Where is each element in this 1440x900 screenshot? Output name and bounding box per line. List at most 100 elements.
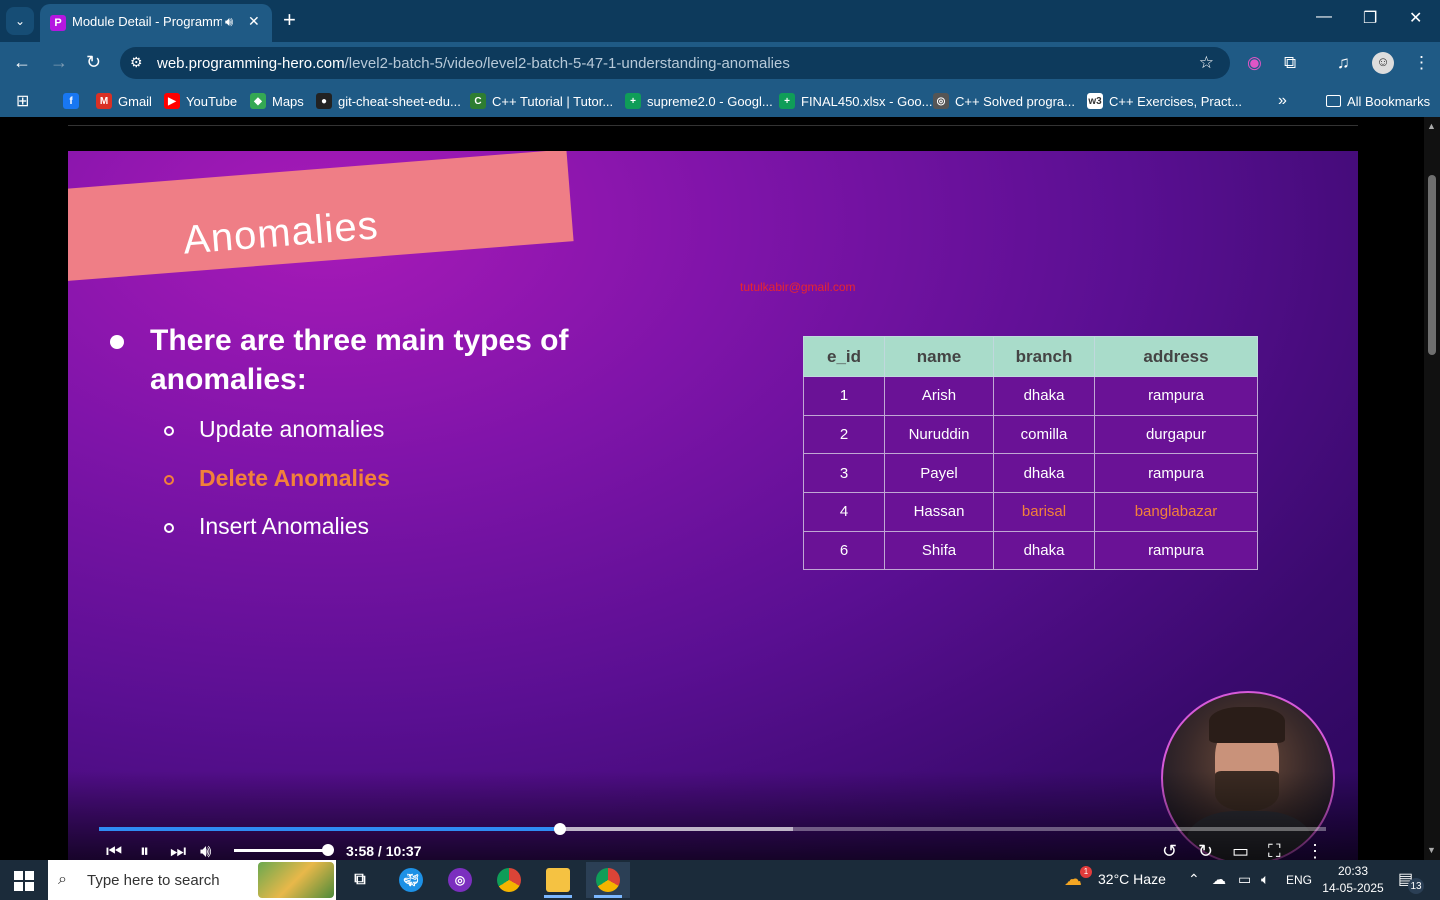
theater-mode-icon[interactable]: ▭ xyxy=(1232,841,1249,860)
site-info-icon[interactable]: ⚙ xyxy=(130,54,143,71)
table-header-row: e_id name branch address xyxy=(803,336,1258,377)
url-text[interactable]: web.programming-hero.com/level2-batch-5/… xyxy=(157,55,790,72)
bookmark-item[interactable]: + FINAL450.xlsx - Goo... xyxy=(779,91,933,111)
browser-menu-icon[interactable]: ⋮ xyxy=(1413,53,1430,73)
scroll-down-icon[interactable]: ▼ xyxy=(1427,845,1436,855)
bookmark-item[interactable]: ◎ C++ Solved progra... xyxy=(933,91,1075,111)
video-player[interactable]: Anomalies tutulkabir@gmail.com There are… xyxy=(68,151,1358,860)
active-tab[interactable]: P Module Detail - Programmi 🔊︎ ✕ xyxy=(40,4,272,42)
bookmark-label: C++ Tutorial | Tutor... xyxy=(492,93,614,109)
next-icon[interactable]: ⏭ xyxy=(170,841,186,860)
system-clock[interactable]: 20:33 14-05-2025 xyxy=(1318,863,1388,897)
anomaly-item: Update anomalies xyxy=(199,416,385,442)
instructor-hair xyxy=(1209,707,1285,743)
bookmark-item[interactable]: ◆ Maps xyxy=(250,91,304,111)
seek-bar[interactable] xyxy=(99,823,1326,835)
volume-slider[interactable] xyxy=(234,849,328,852)
table-cell: 3 xyxy=(803,453,885,494)
tab-title: Module Detail - Programmi xyxy=(72,14,222,29)
apps-grid-icon[interactable]: ⊞ xyxy=(16,91,29,111)
bookmark-item[interactable]: M Gmail xyxy=(96,91,152,111)
more-options-icon[interactable]: ⋮ xyxy=(1306,841,1324,860)
table-cell: dhaka xyxy=(993,453,1095,494)
tray-chevron-icon[interactable]: ⌃ xyxy=(1188,871,1200,888)
scroll-up-icon[interactable]: ▲ xyxy=(1427,121,1436,131)
fullscreen-icon[interactable]: ⛶ xyxy=(1268,841,1281,860)
chrome-app-icon[interactable] xyxy=(487,862,531,898)
bookmark-favicon-icon: C xyxy=(470,93,486,109)
clock-date: 14-05-2025 xyxy=(1322,881,1384,895)
sub-bullet-icon xyxy=(164,475,174,485)
back-arrow-icon[interactable]: ← xyxy=(13,52,31,72)
restore-button[interactable]: ❐ xyxy=(1363,8,1377,28)
reload-icon[interactable]: ↻ xyxy=(86,52,101,72)
bookmark-item[interactable]: f xyxy=(63,91,79,111)
table-cell: 1 xyxy=(803,376,885,416)
table-cell: Shifa xyxy=(884,530,994,571)
scroll-thumb[interactable] xyxy=(1428,175,1436,355)
network-icon[interactable]: ▭ xyxy=(1238,871,1251,888)
bookmark-label: C++ Solved progra... xyxy=(955,93,1075,109)
table-cell: rampura xyxy=(1094,376,1258,416)
app-icon[interactable]: ◎ xyxy=(438,862,482,898)
bookmark-label: Gmail xyxy=(118,93,152,109)
bookmark-favicon-icon: ▶ xyxy=(164,93,180,109)
bookmark-item[interactable]: C C++ Tutorial | Tutor... xyxy=(470,91,613,111)
bookmark-item[interactable]: w3 C++ Exercises, Pract... xyxy=(1087,91,1242,111)
table-cell: durgapur xyxy=(1094,414,1258,455)
rewind-icon[interactable]: ↺ xyxy=(1162,841,1177,860)
extension-icon[interactable]: ◉ xyxy=(1247,53,1262,73)
bookmark-item[interactable]: + supreme2.0 - Googl... xyxy=(625,91,773,111)
forward-arrow-icon[interactable]: → xyxy=(50,52,68,72)
all-bookmarks-button[interactable]: All Bookmarks xyxy=(1326,91,1430,111)
volume-icon[interactable]: 🔊︎ xyxy=(200,841,211,860)
pause-icon[interactable]: ⏸ xyxy=(140,841,149,860)
windows-start-icon[interactable] xyxy=(14,871,34,891)
weather-text[interactable]: 32°C Haze xyxy=(1098,871,1166,887)
column-header: branch xyxy=(993,336,1095,377)
minimize-button[interactable]: — xyxy=(1316,8,1332,26)
forward-icon[interactable]: ↻ xyxy=(1198,841,1213,860)
tab-search-button[interactable]: ⌄ xyxy=(6,7,34,35)
slide-heading: There are three main types of anomalies: xyxy=(150,324,569,396)
bookmark-item[interactable]: ● git-cheat-sheet-edu... xyxy=(316,91,461,111)
table-row: 2 Nuruddin comilla durgapur xyxy=(803,414,1258,455)
bookmark-favicon-icon: ● xyxy=(316,93,332,109)
chrome-profile-app-icon[interactable] xyxy=(586,862,630,898)
tab-favicon-icon: P xyxy=(50,15,66,31)
taskbar-search[interactable]: ⌕ Type here to search xyxy=(48,860,336,900)
table-row: 3 Payel dhaka rampura xyxy=(803,453,1258,494)
file-explorer-icon[interactable] xyxy=(536,862,580,898)
bookmark-label: FINAL450.xlsx - Goo... xyxy=(801,93,933,109)
new-tab-button[interactable]: + xyxy=(283,8,296,32)
table-cell: dhaka xyxy=(993,376,1095,416)
task-view-icon[interactable]: ⧉ xyxy=(338,862,382,898)
previous-icon[interactable]: ⏮ xyxy=(106,841,122,860)
tab-audio-icon[interactable]: 🔊︎ xyxy=(225,14,233,30)
bookmark-star-icon[interactable]: ☆ xyxy=(1199,53,1214,73)
table-cell: Payel xyxy=(884,453,994,494)
table-cell: 6 xyxy=(803,530,885,571)
bookmark-item[interactable]: ▶ YouTube xyxy=(164,91,237,111)
address-bar[interactable]: ⚙ web.programming-hero.com/level2-batch-… xyxy=(120,47,1230,79)
bullet-icon xyxy=(110,335,124,349)
extensions-puzzle-icon[interactable]: ⧉ xyxy=(1284,53,1296,73)
profile-avatar[interactable]: ☺ xyxy=(1372,52,1394,74)
more-bookmarks-icon[interactable]: » xyxy=(1278,91,1287,111)
docker-app-icon[interactable]: 🐳︎ xyxy=(389,862,433,898)
media-control-icon[interactable]: ♫ xyxy=(1337,53,1350,73)
search-highlight-image xyxy=(258,862,334,898)
language-indicator[interactable]: ENG xyxy=(1286,873,1312,887)
page-scrollbar[interactable]: ▲ ▼ xyxy=(1424,117,1440,860)
onedrive-icon[interactable]: ☁ xyxy=(1212,871,1226,888)
volume-handle[interactable] xyxy=(322,844,334,856)
url-domain: web.programming-hero.com xyxy=(157,55,345,72)
table-cell: Arish xyxy=(884,376,994,416)
close-window-button[interactable]: ✕ xyxy=(1409,8,1422,28)
weather-badge: 1 xyxy=(1080,866,1092,878)
column-header: e_id xyxy=(803,336,885,377)
tab-close-icon[interactable]: ✕ xyxy=(248,13,260,30)
speaker-icon[interactable]: 🔈︎ xyxy=(1261,871,1269,888)
taskbar: ⌕ Type here to search ⧉ 🐳︎ ◎ ☁ 1 32°C Ha… xyxy=(0,860,1440,900)
all-bookmarks-label: All Bookmarks xyxy=(1347,93,1431,109)
